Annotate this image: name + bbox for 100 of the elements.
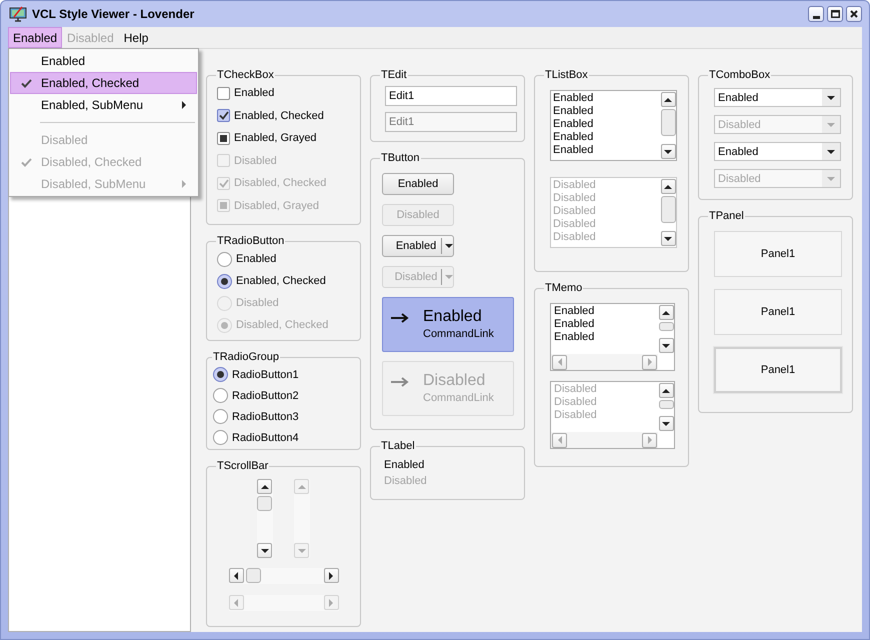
scroll-left-button[interactable]	[228, 568, 244, 583]
radio-label: RadioButton4	[232, 432, 299, 444]
scroll-down-button[interactable]	[257, 543, 272, 558]
arrow-down-icon	[298, 548, 306, 552]
memo-box[interactable]: Enabled Enabled Enabled	[550, 303, 675, 371]
group-title: TRadioButton	[216, 235, 286, 247]
checkbox-label: Disabled, Checked	[234, 177, 326, 190]
command-link-button[interactable]: Enabled CommandLink	[382, 297, 514, 352]
list-box[interactable]: Enabled Enabled Enabled Enabled Enabled	[550, 90, 677, 161]
close-button[interactable]	[846, 6, 862, 22]
scrollbar-thumb[interactable]	[660, 109, 676, 136]
arrow-down-icon	[445, 244, 453, 248]
checkbox-label: Enabled	[234, 87, 274, 100]
arrow-up-icon	[662, 388, 670, 392]
memo-line: Disabled	[554, 396, 598, 409]
scrollbar[interactable]	[257, 479, 273, 558]
menu-item[interactable]: Help	[118, 27, 154, 48]
maximize-button[interactable]	[827, 6, 843, 22]
panel: Panel1	[714, 231, 842, 277]
check-icon	[20, 158, 32, 166]
scrollbar-thumb[interactable]	[257, 496, 272, 511]
menu-item[interactable]: Enabled	[10, 50, 197, 72]
arrow-left-icon	[234, 598, 238, 606]
arrow-down-icon	[664, 150, 672, 154]
checkbox-label: Disabled, Grayed	[234, 200, 319, 212]
arrow-up-icon	[298, 484, 306, 488]
scrollbar-thumb[interactable]	[246, 568, 260, 583]
scroll-up-button[interactable]	[257, 479, 272, 494]
monitor-icon	[9, 6, 27, 22]
menu-item[interactable]: Enabled	[8, 27, 62, 48]
scroll-right-button[interactable]	[324, 568, 338, 583]
checkbox[interactable]	[217, 109, 230, 122]
radio-label: RadioButton1	[232, 368, 299, 380]
checkbox-label: Disabled	[234, 154, 277, 167]
close-icon	[850, 10, 858, 18]
radio-button[interactable]	[213, 388, 228, 403]
scroll-down-button[interactable]	[660, 144, 676, 159]
group-title: TMemo	[544, 282, 584, 294]
arrow-down-icon	[662, 422, 670, 426]
list-item[interactable]: Enabled	[553, 118, 658, 131]
checkbox-label: Enabled, Grayed	[234, 132, 317, 144]
radio-label: Disabled, Checked	[236, 319, 328, 331]
arrow-down-icon	[664, 236, 672, 240]
scrollbar[interactable]	[228, 568, 338, 584]
list-item[interactable]: Enabled	[553, 105, 658, 118]
scrollbar-thumb[interactable]	[658, 322, 674, 331]
scroll-up-button[interactable]	[658, 305, 674, 320]
arrow-right-icon	[648, 436, 652, 444]
arrow-up-icon	[664, 184, 672, 188]
checkbox[interactable]	[217, 132, 230, 145]
arrow-down-icon	[260, 548, 268, 552]
text-field[interactable]: Edit1	[385, 86, 517, 106]
radio-button[interactable]	[213, 409, 228, 424]
window-title: VCL Style Viewer - Lovender	[32, 7, 196, 21]
maximize-icon	[830, 10, 840, 18]
group-title: TComboBox	[708, 69, 772, 81]
group-title: TListBox	[544, 69, 589, 81]
arrow-down-icon	[662, 344, 670, 348]
group-title: TPanel	[708, 210, 745, 222]
arrow-left-icon	[558, 436, 562, 444]
group-title: TScrollBar	[216, 460, 270, 472]
check-icon	[20, 78, 32, 88]
checkbox[interactable]	[217, 86, 230, 100]
arrow-right-icon	[182, 101, 186, 109]
radio-label: Enabled	[236, 253, 276, 265]
radio-button[interactable]	[217, 252, 232, 266]
scroll-up-button[interactable]	[660, 92, 676, 107]
group-title: TCheckBox	[216, 69, 275, 81]
memo-line: Enabled	[554, 331, 596, 344]
split-button[interactable]: Enabled	[382, 235, 454, 257]
arrow-down-icon	[827, 176, 835, 180]
radio-button[interactable]	[213, 367, 228, 382]
arrow-right-icon	[648, 358, 652, 366]
arrow-right-icon	[391, 313, 409, 323]
minimize-button[interactable]	[808, 6, 824, 22]
combo-box[interactable]: Enabled	[714, 142, 841, 161]
list-item[interactable]: Enabled	[553, 144, 658, 157]
scrollbar[interactable]	[658, 304, 674, 354]
group-title: TButton	[380, 152, 421, 164]
arrow-right-icon	[329, 572, 333, 580]
radio-button[interactable]	[213, 430, 228, 445]
list-item[interactable]: Enabled	[553, 92, 658, 105]
label-text: Disabled	[384, 474, 428, 489]
arrow-right-icon	[182, 180, 186, 188]
combo-box[interactable]: Enabled	[714, 88, 841, 107]
scroll-down-button[interactable]	[658, 338, 674, 353]
radio-button[interactable]	[217, 274, 232, 288]
arrow-right-icon	[329, 598, 333, 606]
arrow-left-icon	[558, 358, 562, 366]
checkbox-label: Enabled, Checked	[234, 110, 324, 122]
menu-item[interactable]: Enabled, SubMenu	[10, 94, 197, 116]
scrollbar[interactable]	[660, 91, 676, 160]
memo-line: Disabled	[554, 383, 598, 396]
push-button[interactable]: Enabled	[382, 173, 454, 195]
menu-item[interactable]: Enabled, Checked	[10, 72, 197, 94]
memo-line: Disabled	[554, 409, 598, 422]
arrow-left-icon	[234, 572, 238, 580]
radio-label: RadioButton2	[232, 390, 299, 402]
group-title: TEdit	[380, 69, 408, 81]
list-item[interactable]: Enabled	[553, 131, 658, 144]
